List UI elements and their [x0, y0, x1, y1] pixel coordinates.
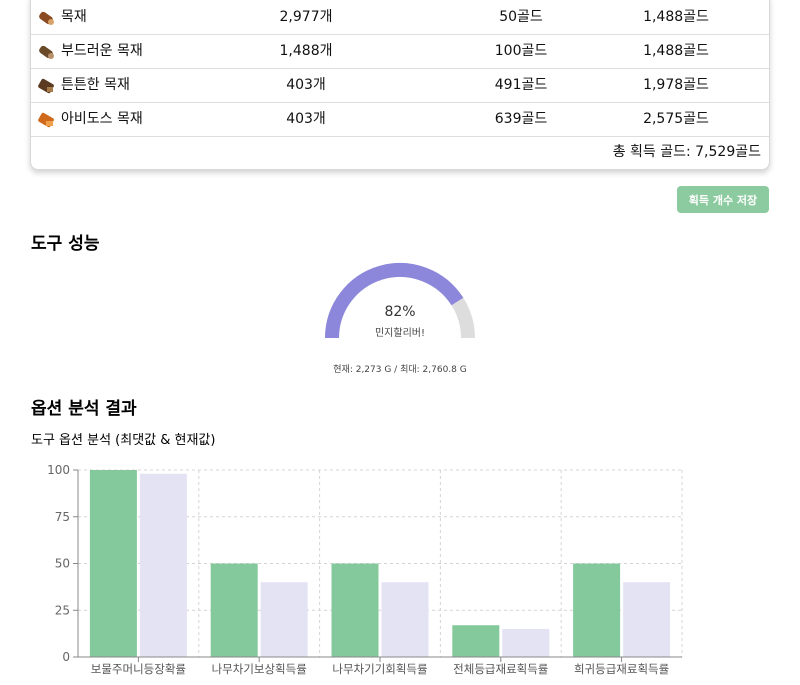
abidos-log-icon — [38, 112, 54, 127]
item-price: 100골드 — [494, 43, 548, 59]
x-tick-label: 나무차기기회획득률 — [332, 662, 427, 676]
item-name-cell: 목재 — [37, 1, 87, 34]
x-tick-label: 보물주머니등장확률 — [91, 662, 186, 676]
bar — [331, 563, 379, 657]
item-count: 2,977개 — [279, 9, 333, 25]
x-tick-label: 희귀등급재료획득률 — [574, 662, 669, 676]
item-name: 부드러운 목재 — [61, 43, 143, 59]
save-count-button[interactable]: 획득 개수 저장 — [677, 186, 769, 213]
bar — [573, 563, 621, 657]
x-tick-label: 나무차기보상획득률 — [212, 662, 307, 676]
table-row: 부드러운 목재 1,488개 100골드 1,488골드 — [31, 35, 769, 69]
item-price: 50골드 — [499, 9, 543, 25]
item-count: 1,488개 — [279, 43, 333, 59]
item-price: 639골드 — [494, 111, 548, 127]
option-bar-chart: 0 25 50 75 100 보물주머니등장확률 나무차기보상획득률 나무차기기회획득률 전체등… — [47, 463, 683, 676]
bar — [89, 470, 137, 657]
item-name-cell: 부드러운 목재 — [37, 35, 143, 68]
gathering-table: 목재 2,977개 50골드 1,488골드 부드러운 목재 1,488개 10… — [30, 0, 770, 170]
bar — [260, 582, 308, 657]
y-tick-label: 0 — [62, 650, 70, 664]
tool-performance-title: 도구 성능 — [31, 234, 100, 254]
log-icon — [39, 11, 54, 25]
item-total: 2,575골드 — [643, 111, 709, 127]
y-tick-label: 100 — [47, 463, 70, 477]
item-total: 1,978골드 — [643, 77, 709, 93]
item-name: 튼튼한 목재 — [61, 77, 130, 93]
item-count: 403개 — [286, 77, 326, 93]
y-tick-label: 25 — [55, 603, 70, 617]
sturdy-log-icon — [38, 78, 54, 93]
item-name: 아비도스 목재 — [61, 111, 143, 127]
item-name: 목재 — [61, 9, 87, 25]
item-name-cell: 아비도스 목재 — [37, 103, 143, 136]
gauge-percent: 82% — [384, 304, 416, 320]
bar — [210, 563, 258, 657]
soft-log-icon — [39, 45, 54, 59]
bar — [623, 582, 671, 657]
item-price: 491골드 — [494, 77, 548, 93]
gauge-current-max: 현재: 2,273 G / 최대: 2,760.8 G — [333, 365, 467, 375]
option-analysis-title: 옵션 분석 결과 — [31, 399, 137, 419]
bar — [452, 625, 500, 657]
x-tick-label: 전체등급재료획득률 — [453, 662, 548, 676]
y-tick-label: 50 — [55, 557, 70, 571]
bar — [139, 473, 187, 657]
y-tick-label: 75 — [55, 510, 70, 524]
table-row: 목재 2,977개 50골드 1,488골드 — [31, 1, 769, 35]
item-total: 1,488골드 — [643, 9, 709, 25]
table-row: 튼튼한 목재 403개 491골드 1,978골드 — [31, 69, 769, 103]
chart-title: 도구 옵션 분석 (최댓값 & 현재값) — [31, 433, 216, 448]
bar — [502, 628, 550, 657]
bar — [381, 582, 429, 657]
table-row: 아비도스 목재 403개 639골드 2,575골드 — [31, 103, 769, 137]
item-total: 1,488골드 — [643, 43, 709, 59]
gauge-label: 민지할리버! — [374, 328, 425, 339]
item-count: 403개 — [286, 111, 326, 127]
total-gold: 총 획득 골드: 7,529골드 — [612, 144, 761, 160]
item-name-cell: 튼튼한 목재 — [37, 69, 130, 102]
